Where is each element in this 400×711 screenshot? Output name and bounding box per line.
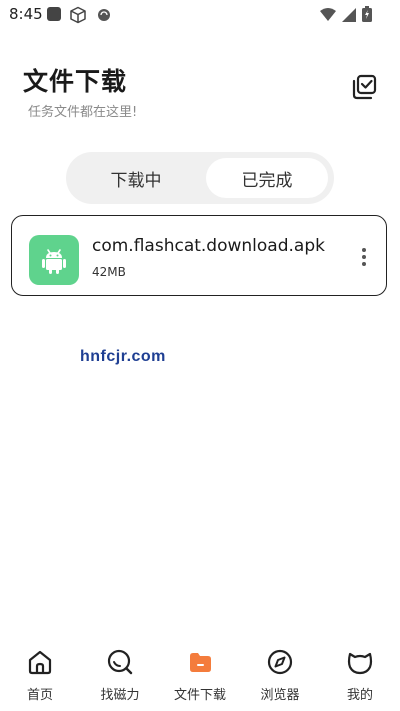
more-vertical-icon [362,248,366,266]
download-tabs: 下载中 已完成 [66,152,334,204]
more-options-button[interactable] [354,244,374,270]
folder-icon [190,653,211,672]
nav-home[interactable]: 首页 [0,640,80,704]
nav-label-find-magnet: 找磁力 [100,688,140,703]
home-icon [28,650,52,675]
nav-browser[interactable]: 浏览器 [240,640,320,704]
battery-icon [362,6,372,26]
nav-label-mine: 我的 [346,688,373,703]
watermark: hnfcjr.com [80,348,166,365]
nav-label-home: 首页 [26,688,53,703]
compass-icon [267,649,293,675]
page-title: 文件下载 [23,67,128,96]
search-icon [107,649,133,675]
app-notification-icon [46,6,62,26]
multi-select-button[interactable] [349,72,379,102]
status-time: 8:45 [9,5,43,23]
nav-label-file-download: 文件下载 [173,688,226,703]
nav-mine[interactable]: 我的 [320,640,400,704]
tab-downloading[interactable]: 下载中 [72,158,200,198]
file-name: com.flashcat.download.apk [92,236,325,256]
status-indicators [320,6,372,26]
file-list-item[interactable]: com.flashcat.download.apk 42MB [11,215,387,296]
nav-file-download[interactable]: 文件下载 [160,640,240,704]
page-subtitle: 任务文件都在这里! [28,105,138,120]
cube-icon [69,6,87,28]
file-size: 42MB [92,265,126,279]
wifi-icon [320,7,336,26]
android-icon [29,235,79,285]
multi-select-icon [352,74,377,100]
tab-completed[interactable]: 已完成 [206,158,328,198]
bottom-nav: 首页 找磁力 文件下载 浏览器 我的 [0,640,400,711]
status-bar: 8:45 [0,0,400,28]
sync-icon [97,7,111,26]
nav-find-magnet[interactable]: 找磁力 [80,640,160,704]
cat-face-icon [347,652,373,675]
signal-icon [342,7,356,26]
nav-label-browser: 浏览器 [260,688,300,703]
